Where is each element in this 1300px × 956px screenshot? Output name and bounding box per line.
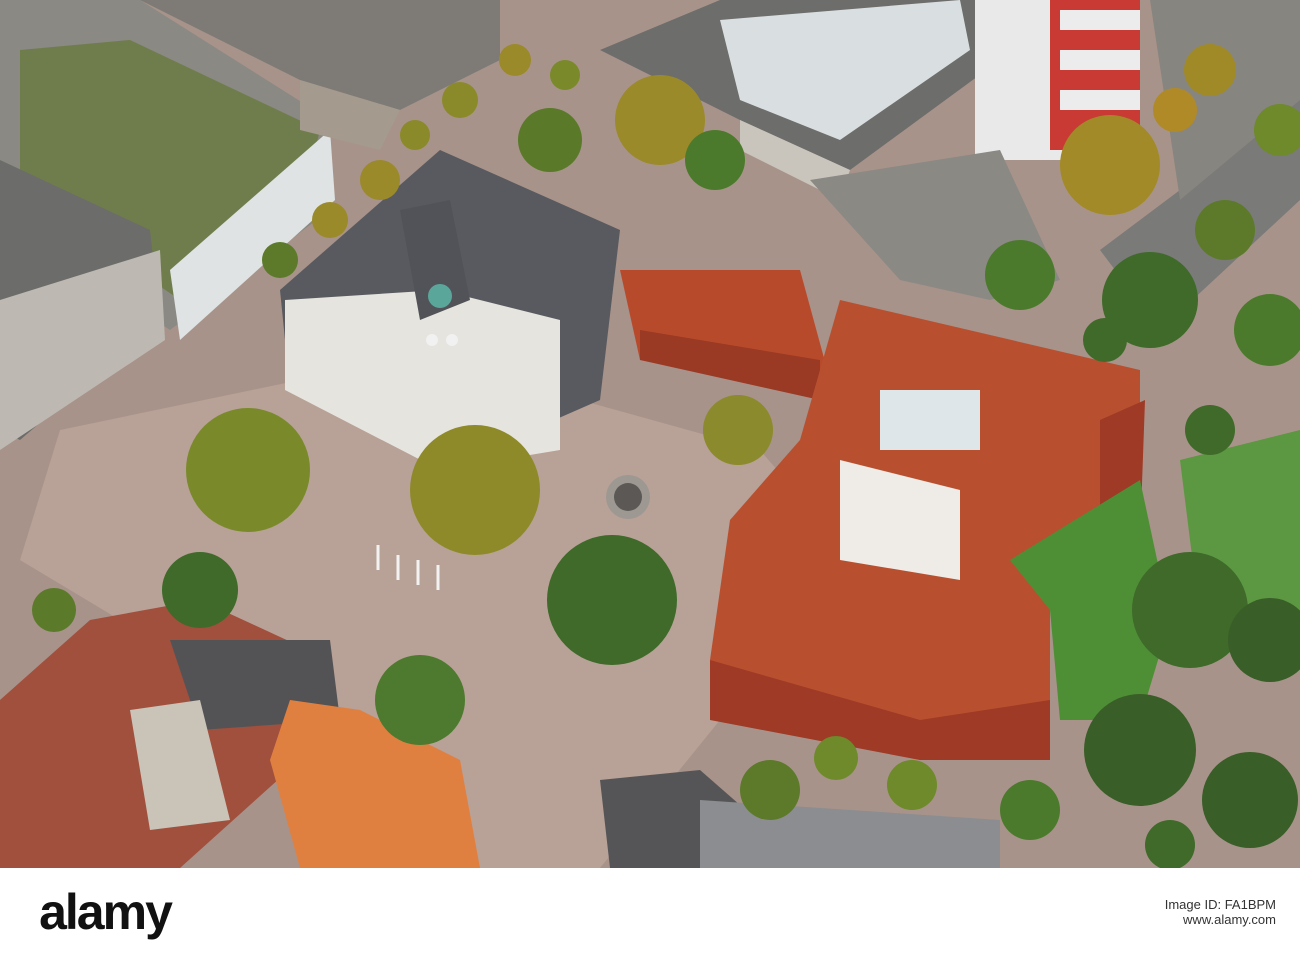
footer-bar: alamy Image ID: FA1BPM www.alamy.com	[0, 868, 1300, 956]
aerial-scene	[0, 0, 1300, 868]
copper-dome	[428, 284, 452, 308]
clock-face	[426, 334, 438, 346]
aerial-photo	[0, 0, 1300, 868]
site-url: www.alamy.com	[1183, 912, 1276, 927]
image-id-block: Image ID: FA1BPM www.alamy.com	[1165, 868, 1276, 956]
alamy-logo: alamy	[0, 868, 210, 956]
glass-atrium	[880, 390, 980, 450]
alamy-logo-text: alamy	[39, 884, 173, 940]
image-id-label: Image ID: FA1BPM	[1164, 897, 1276, 912]
clock-face	[446, 334, 458, 346]
